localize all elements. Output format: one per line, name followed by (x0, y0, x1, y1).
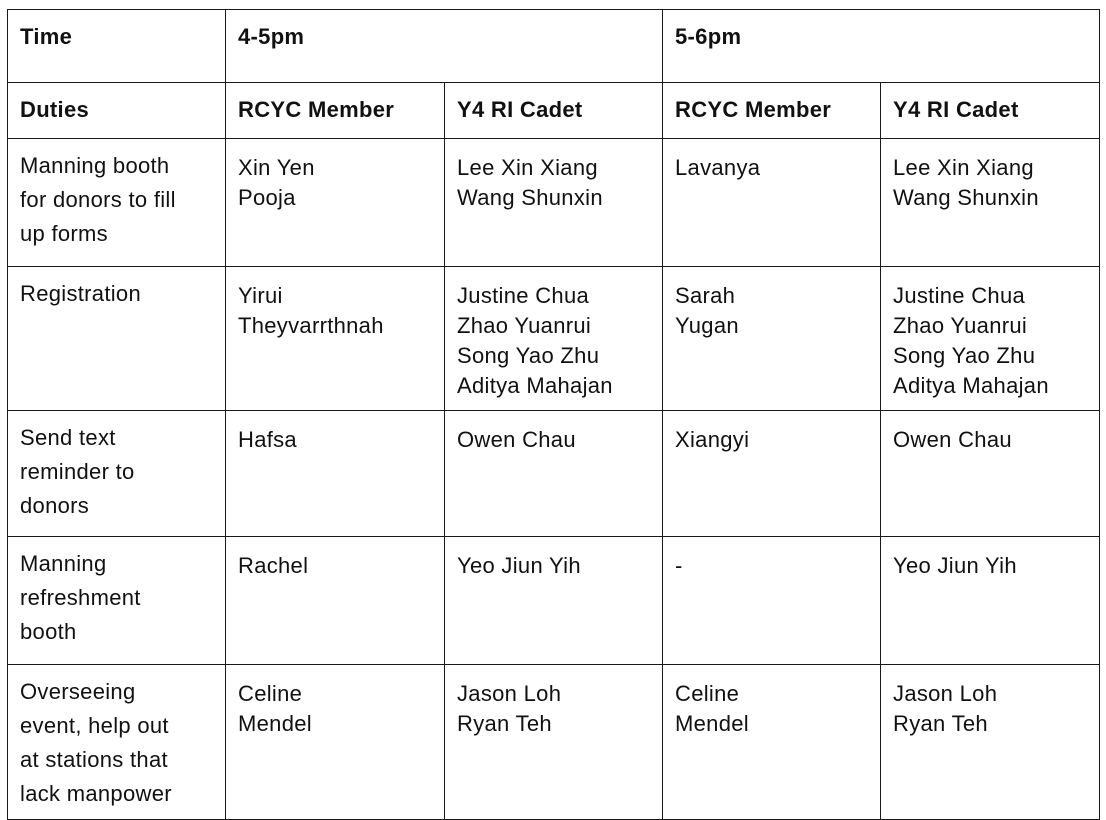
name-entry: Wang Shunxin (457, 185, 603, 210)
name-entry: Aditya Mahajan (457, 373, 613, 398)
duty-cell: Send text reminder to donors (7, 410, 226, 537)
name-entry: Xiangyi (675, 427, 750, 452)
duty-text-line: event, help out (20, 713, 169, 738)
time-header-row: Time 4-5pm 5-6pm (7, 9, 1101, 83)
y4-ri-cadet-header-slot2: Y4 RI Cadet (880, 82, 1101, 139)
name-entry: Yirui (238, 283, 283, 308)
name-entry: Mendel (238, 711, 312, 736)
duty-text-line: Overseeing (20, 679, 136, 704)
duty-text-line: for donors to fill (20, 187, 176, 212)
duty-row: Manning booth for donors to fill up forms X… (7, 138, 1101, 267)
name-entry: Aditya Mahajan (893, 373, 1049, 398)
duty-text-line: Registration (20, 281, 141, 306)
name-entry: Sarah (675, 283, 736, 308)
rcyc-member-slot2-cell: Lavanya (662, 138, 882, 267)
name-entry: Justine Chua (457, 283, 590, 308)
y4-cadet-slot1-cell: Owen Chau (443, 410, 664, 537)
y4-cadet-slot2-cell: Jason Loh Ryan Teh (880, 664, 1101, 820)
duty-text-line: refreshment (20, 585, 141, 610)
name-entry: Lee Xin Xiang (893, 155, 1034, 180)
rcyc-member-slot2-cell: Celine Mendel (662, 664, 882, 820)
name-entry: Xin Yen (238, 155, 315, 180)
name-entry: Hafsa (238, 427, 297, 452)
duty-text-line: reminder to (20, 459, 135, 484)
y4-cadet-slot1-cell: Justine Chua Zhao Yuanrui Song Yao Zhu Adit… (443, 266, 664, 411)
duty-cell: Overseeing event, help out at stations tha… (7, 664, 226, 820)
duty-text-line: Manning booth (20, 153, 170, 178)
y4-cadet-slot1-cell: Lee Xin Xiang Wang Shunxin (443, 138, 664, 267)
column-header-row: Duties RCYC Member Y4 RI Cadet RCYC Memb… (7, 82, 1101, 139)
y4-cadet-slot2-cell: Yeo Jiun Yih (880, 536, 1101, 665)
name-entry: Jason Loh (893, 681, 998, 706)
duty-text-line: donors (20, 493, 90, 518)
y4-cadet-slot1-cell: Yeo Jiun Yih (443, 536, 664, 665)
rcyc-member-slot2-cell: - (662, 536, 882, 665)
name-entry: Rachel (238, 553, 309, 578)
duty-roster-table: Time 4-5pm 5-6pm Duties RCYC Member Y4 R… (7, 9, 1101, 820)
name-entry: Owen Chau (893, 427, 1012, 452)
duty-cell: Manning booth for donors to fill up forms (7, 138, 226, 267)
rcyc-member-header-slot2: RCYC Member (662, 82, 882, 139)
y4-cadet-slot2-cell: Lee Xin Xiang Wang Shunxin (880, 138, 1101, 267)
rcyc-member-slot1-cell: Yirui Theyvarrthnah (225, 266, 445, 411)
rcyc-member-slot2-cell: Xiangyi (662, 410, 882, 537)
duty-text-line: up forms (20, 221, 108, 246)
name-entry: Celine (238, 681, 303, 706)
rcyc-member-slot1-cell: Hafsa (225, 410, 445, 537)
y4-ri-cadet-header-slot1: Y4 RI Cadet (443, 82, 664, 139)
duty-text-line: Send text (20, 425, 116, 450)
name-entry: Celine (675, 681, 740, 706)
name-entry: Owen Chau (457, 427, 576, 452)
name-entry: Wang Shunxin (893, 185, 1039, 210)
name-entry: Theyvarrthnah (238, 313, 384, 338)
rcyc-member-slot2-cell: Sarah Yugan (662, 266, 882, 411)
rcyc-member-header-slot1: RCYC Member (225, 82, 445, 139)
y4-cadet-slot2-cell: Justine Chua Zhao Yuanrui Song Yao Zhu Adit… (880, 266, 1101, 411)
rcyc-member-slot1-cell: Celine Mendel (225, 664, 445, 820)
name-entry: Song Yao Zhu (457, 343, 600, 368)
name-entry: Pooja (238, 185, 296, 210)
duty-cell: Registration (7, 266, 226, 411)
name-entry: Lee Xin Xiang (457, 155, 598, 180)
duty-text-line: booth (20, 619, 77, 644)
time-slot-4-5pm: 4-5pm (224, 9, 664, 83)
name-entry: Ryan Teh (893, 711, 988, 736)
duty-text-line: at stations that (20, 747, 168, 772)
name-entry: Zhao Yuanrui (893, 313, 1028, 338)
name-entry: Yeo Jiun Yih (893, 553, 1017, 578)
duty-text-line: lack manpower (20, 781, 172, 806)
name-entry: Mendel (675, 711, 749, 736)
duty-cell: Manning refreshment booth (7, 536, 226, 665)
duty-row: Manning refreshment booth Rachel Yeo Jiun Yi… (7, 536, 1101, 665)
duty-text-line: Manning (20, 551, 107, 576)
duties-header: Duties (7, 82, 226, 139)
time-slot-5-6pm: 5-6pm (662, 9, 1101, 83)
name-entry: Lavanya (675, 155, 761, 180)
name-entry: Jason Loh (457, 681, 562, 706)
y4-cadet-slot1-cell: Jason Loh Ryan Teh (443, 664, 664, 820)
name-entry: Ryan Teh (457, 711, 552, 736)
name-entry: Yugan (675, 313, 739, 338)
name-entry: Justine Chua (893, 283, 1026, 308)
rcyc-member-slot1-cell: Rachel (225, 536, 445, 665)
name-entry: Yeo Jiun Yih (457, 553, 581, 578)
duty-row: Send text reminder to donors Hafsa Owen Chau… (7, 410, 1101, 537)
time-label: Time (7, 9, 226, 83)
name-entry: - (675, 553, 683, 578)
rcyc-member-slot1-cell: Xin Yen Pooja (225, 138, 445, 267)
duty-row: Overseeing event, help out at stations tha… (7, 664, 1101, 820)
name-entry: Song Yao Zhu (893, 343, 1036, 368)
duty-row: Registration Yirui Theyvarrthnah Justine Ch… (7, 266, 1101, 411)
name-entry: Zhao Yuanrui (457, 313, 592, 338)
y4-cadet-slot2-cell: Owen Chau (880, 410, 1101, 537)
